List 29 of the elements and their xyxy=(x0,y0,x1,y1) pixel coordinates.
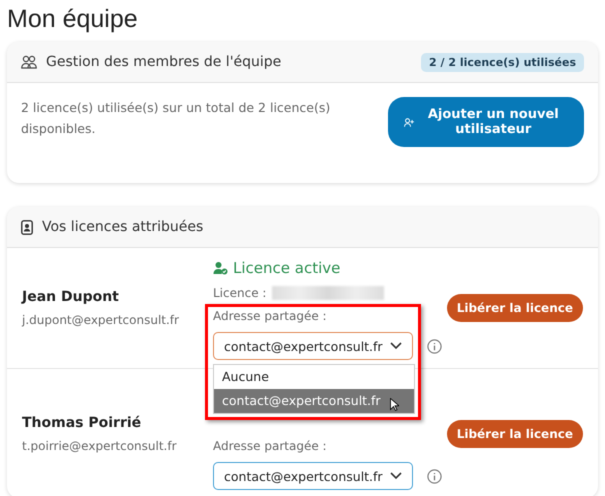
card-title: Gestion des membres de l'équipe xyxy=(46,54,282,70)
card-title: Vos licences attribuées xyxy=(42,219,204,235)
add-user-button[interactable]: Ajouter un nouvel utilisateur xyxy=(388,97,584,147)
user-email: j.dupont@expertconsult.fr xyxy=(22,313,180,327)
add-user-icon xyxy=(404,116,415,128)
address-label: Adresse partagée : xyxy=(213,439,328,453)
user-name: Jean Dupont xyxy=(22,289,120,305)
badge-icon xyxy=(21,220,33,234)
release-licence-button[interactable]: Libérer la licence xyxy=(446,420,583,448)
mouse-cursor-icon xyxy=(390,398,399,411)
chevron-icon xyxy=(390,342,402,350)
address-label: Adresse partagée : xyxy=(213,309,328,323)
chevron-icon xyxy=(390,472,402,480)
user-email: t.poirrie@expertconsult.fr xyxy=(22,438,178,452)
licence-label: Licence : xyxy=(213,286,266,300)
address-select[interactable]: contact@expertconsult.fr xyxy=(213,462,413,490)
licence-count-badge: 2 / 2 licence(s) utilisées xyxy=(421,52,584,72)
info-icon[interactable] xyxy=(427,468,442,484)
address-select[interactable]: contact@expertconsult.fr xyxy=(213,332,413,360)
dropdown-option[interactable]: Aucune xyxy=(214,365,414,389)
licence-status: Licence active xyxy=(233,259,340,277)
licence-summary: 2 licence(s) utilisée(s) sur un total de 2 licence(s) disponibles. xyxy=(21,99,332,138)
release-licence-button[interactable]: Libérer la licence xyxy=(446,294,583,322)
info-icon[interactable] xyxy=(427,338,442,354)
user-check-icon xyxy=(213,261,228,275)
page-title: Mon équipe xyxy=(6,4,139,35)
people-icon xyxy=(21,55,37,69)
dropdown-option[interactable]: contact@expertconsult.fr xyxy=(214,389,414,413)
user-name: Thomas Poirrié xyxy=(22,414,142,430)
